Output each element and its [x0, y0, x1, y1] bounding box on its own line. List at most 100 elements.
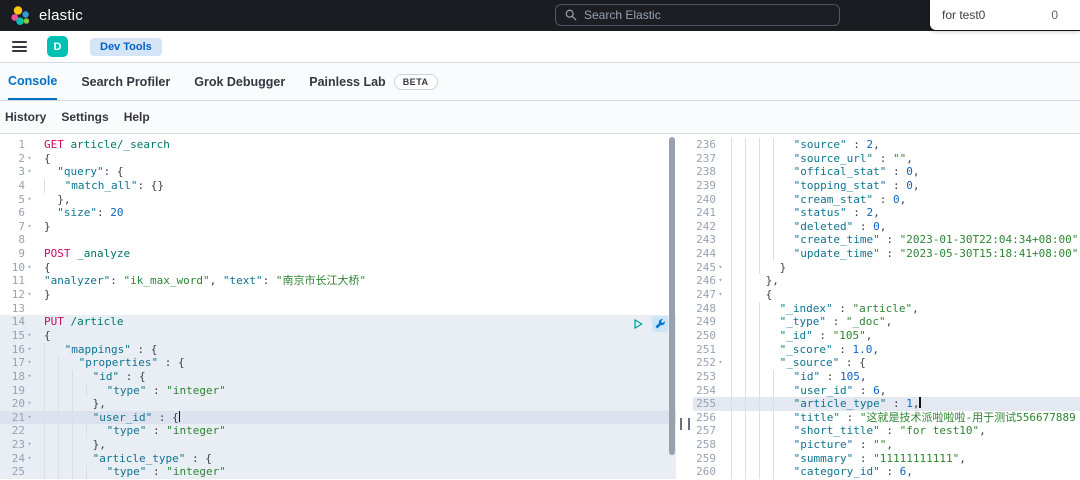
code-line[interactable]: 242 "deleted" : 0,	[693, 219, 1080, 234]
send-request-button[interactable]	[630, 316, 646, 332]
fold-toggle-icon[interactable]: ▾	[716, 356, 725, 370]
fold-toggle-icon[interactable]: ▾	[25, 288, 34, 302]
code-line[interactable]: 6 "size": 20	[0, 206, 676, 220]
code-line[interactable]: 238 "offical_stat" : 0,	[693, 165, 1080, 179]
code-line[interactable]: 22 "type" : "integer"	[0, 424, 676, 439]
code-line[interactable]: 236 "source" : 2,	[693, 138, 1080, 152]
code-line[interactable]: 25 "type" : "integer"	[0, 465, 676, 480]
code-line[interactable]: 258 "picture" : "",	[693, 438, 1080, 452]
code-line[interactable]: 249 "_type" : "_doc",	[693, 315, 1080, 329]
elastic-brand[interactable]: elastic	[0, 5, 83, 27]
fold-toggle-icon[interactable]: ▾	[25, 165, 34, 179]
code-line[interactable]: 240 "cream_stat" : 0,	[693, 192, 1080, 207]
code-line[interactable]: 246 ▾ },	[693, 274, 1080, 289]
code-line[interactable]: 243 "create_time" : "2023-01-30T22:04:34…	[693, 233, 1080, 248]
code-line[interactable]: 248 "_index" : "article",	[693, 301, 1080, 316]
find-popup[interactable]: for test0 0	[930, 0, 1080, 30]
fold-toggle-icon[interactable]: ▾	[25, 152, 34, 166]
code-line[interactable]: 21 ▾ "user_id" : {	[0, 410, 676, 425]
fold-toggle-icon[interactable]: ▾	[25, 220, 34, 234]
global-search-input[interactable]: Search Elastic	[555, 4, 840, 26]
tab-grok-debugger[interactable]: Grok Debugger	[194, 63, 285, 100]
code-line[interactable]: 257 "short_title" : "for test10",	[693, 424, 1080, 439]
fold-toggle-icon[interactable]: ▾	[25, 356, 34, 370]
code-line[interactable]: 260 "category_id" : 6,	[693, 465, 1080, 480]
code-line[interactable]: 12 ▾}	[0, 288, 676, 302]
code-line[interactable]: 252 ▾ "_source" : {	[693, 356, 1080, 370]
code-line[interactable]: 3 ▾ "query": {	[0, 165, 676, 179]
tab-console[interactable]: Console	[8, 63, 58, 100]
indent-guide	[731, 356, 745, 370]
code-line[interactable]: 241 "status" : 2,	[693, 206, 1080, 220]
menu-help[interactable]: Help	[124, 110, 150, 124]
code-line[interactable]: 247 ▾ {	[693, 288, 1080, 302]
editor-panel-right[interactable]: 236 "source" : 2, 237 "source_url" : "", 2…	[693, 134, 1080, 480]
code-line[interactable]: 15 ▾{	[0, 328, 676, 343]
menu-settings[interactable]: Settings	[61, 110, 108, 124]
fold-toggle-icon[interactable]: ▾	[25, 438, 34, 452]
code-line[interactable]: 256 "title" : "这就是技术派啦啦啦-用于测试556677889	[693, 410, 1080, 425]
code-line[interactable]: 251 "_score" : 1.0,	[693, 342, 1080, 357]
indent-guide	[58, 438, 72, 452]
code-line[interactable]: 2 ▾{	[0, 152, 676, 166]
code-line[interactable]: 255 "article_type" : 1,	[693, 397, 1080, 411]
code-line[interactable]: 4 "match_all": {}	[0, 178, 676, 193]
code-line[interactable]: 13	[0, 302, 676, 316]
code-line[interactable]: 17 ▾ "properties" : {	[0, 356, 676, 370]
code-line[interactable]: 259 "summary" : "11111111111",	[693, 451, 1080, 466]
fold-toggle-icon[interactable]: ▾	[716, 274, 725, 288]
fold-toggle-icon[interactable]: ▾	[716, 288, 725, 302]
panel-resizer-handle[interactable]	[680, 418, 690, 430]
fold-toggle-icon[interactable]: ▾	[25, 452, 34, 466]
wrench-icon	[655, 319, 665, 329]
code-line[interactable]: 10 ▾{	[0, 261, 676, 275]
code-line[interactable]: 14 PUT /article	[0, 315, 676, 329]
code-line[interactable]: 7 ▾}	[0, 220, 676, 234]
line-number-gutter: 242	[696, 219, 716, 233]
code-line[interactable]: 9 POST _analyze	[0, 247, 676, 261]
code-line[interactable]: 20 ▾ },	[0, 397, 676, 411]
code-line[interactable]: 11 "analyzer": "ik_max_word", "text": "南京…	[0, 274, 676, 288]
line-number-gutter: 250	[696, 328, 716, 342]
menu-hamburger-icon[interactable]	[12, 41, 27, 52]
code-line[interactable]: 1 GET article/_search	[0, 138, 676, 152]
fold-toggle-icon[interactable]: ▾	[25, 397, 34, 411]
fold-toggle-icon[interactable]: ▾	[25, 261, 34, 275]
code-line[interactable]: 8	[0, 233, 676, 247]
fold-toggle-icon[interactable]: ▾	[25, 329, 34, 343]
code-line[interactable]: 239 "topping_stat" : 0,	[693, 178, 1080, 193]
left-panel-scrollbar[interactable]	[669, 137, 675, 455]
breadcrumb-dev-tools[interactable]: Dev Tools	[90, 37, 162, 56]
response-viewer-lines[interactable]: 236 "source" : 2, 237 "source_url" : "", 2…	[693, 134, 1080, 480]
code-line[interactable]: 254 "user_id" : 6,	[693, 383, 1080, 398]
code-line[interactable]: 18 ▾ "id" : {	[0, 369, 676, 384]
indent-guide	[759, 315, 773, 329]
code-line[interactable]: 244 "update_time" : "2023-05-30T15:18:41…	[693, 247, 1080, 261]
code-line[interactable]: 5 ▾ },	[0, 193, 676, 207]
line-number-gutter: 25	[11, 465, 25, 479]
tab-search-profiler[interactable]: Search Profiler	[81, 63, 170, 100]
code-line[interactable]: 16 ▾ "mappings" : {	[0, 342, 676, 357]
space-avatar[interactable]: D	[47, 36, 68, 57]
fold-toggle-icon[interactable]: ▾	[25, 343, 34, 357]
editor-panel-left[interactable]: 1 GET article/_search 2 ▾{3 ▾ "query": {4 "m…	[0, 134, 676, 480]
fold-toggle-icon[interactable]: ▾	[25, 411, 34, 425]
indent-guide	[72, 438, 86, 452]
indent-guide	[731, 369, 745, 384]
fold-toggle-icon[interactable]: ▾	[25, 193, 34, 207]
request-editor-lines[interactable]: 1 GET article/_search 2 ▾{3 ▾ "query": {4 "m…	[0, 134, 676, 480]
code-line[interactable]: 253 "id" : 105,	[693, 369, 1080, 384]
code-line[interactable]: 23 ▾ },	[0, 438, 676, 452]
fold-toggle-icon[interactable]: ▾	[25, 370, 34, 384]
tab-painless-lab[interactable]: Painless Lab BETA	[309, 63, 438, 100]
fold-toggle-icon[interactable]: ▾	[716, 261, 725, 275]
code-line[interactable]: 24 ▾ "article_type" : {	[0, 451, 676, 466]
indent-guide	[745, 151, 759, 166]
code-line[interactable]: 250 "_id" : "105",	[693, 328, 1080, 343]
code-line[interactable]: 245 ▾ }	[693, 260, 1080, 275]
menu-history[interactable]: History	[5, 110, 46, 124]
code-line[interactable]: 237 "source_url" : "",	[693, 151, 1080, 166]
indent-guide	[773, 233, 787, 248]
request-options-button[interactable]	[652, 316, 668, 332]
code-line[interactable]: 19 "type" : "integer"	[0, 383, 676, 398]
